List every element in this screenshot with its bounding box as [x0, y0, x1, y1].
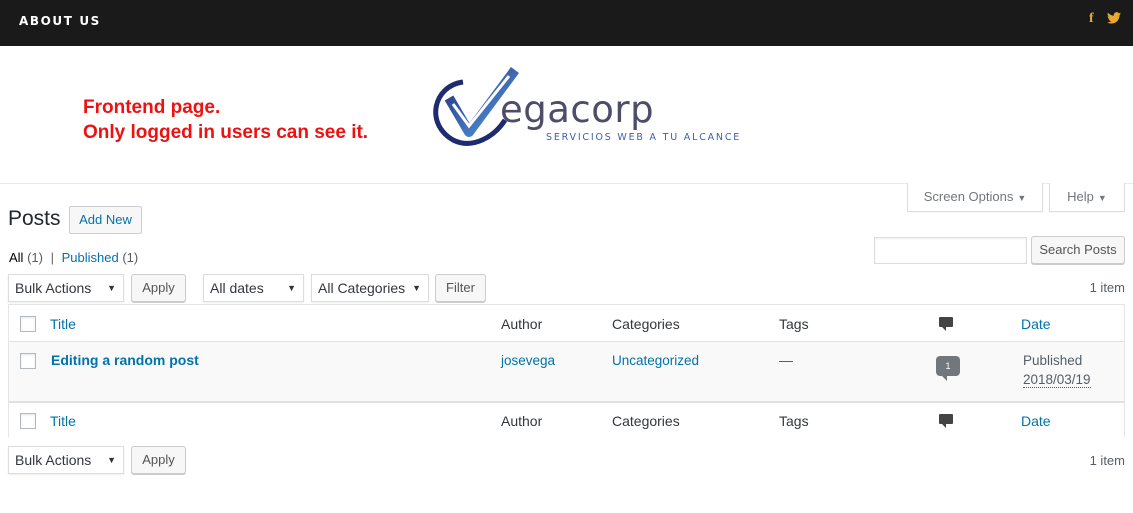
post-author-link[interactable]: josevega: [501, 353, 555, 368]
column-categories-header: Categories: [612, 316, 680, 332]
column-author-header: Author: [501, 316, 543, 332]
items-count-bottom: 1 item: [1089, 453, 1125, 468]
bulk-actions-select-top[interactable]: Bulk Actions ▼: [8, 274, 124, 302]
filter-published[interactable]: Published: [62, 250, 119, 265]
comment-icon: [939, 414, 953, 428]
post-date: Published 2018/03/19: [1023, 351, 1091, 389]
categories-selected: All Categories: [318, 280, 406, 296]
apply-button-top[interactable]: Apply: [131, 274, 186, 302]
add-new-button[interactable]: Add New: [69, 206, 142, 234]
notice-line-2: Only logged in users can see it.: [83, 122, 369, 143]
facebook-icon[interactable]: f: [1089, 11, 1094, 27]
caret-down-icon: ▼: [1017, 193, 1027, 203]
filter-all-count: (1): [27, 250, 43, 265]
comment-icon: [939, 317, 953, 331]
post-tags: —: [779, 352, 793, 368]
select-all-checkbox-footer[interactable]: [20, 413, 36, 429]
table-row: Editing a random post josevega Uncategor…: [9, 341, 1124, 402]
bulk-actions-selected: Bulk Actions: [15, 452, 92, 468]
logo-tagline: SERVICIOS WEB A TU ALCANCE: [546, 132, 742, 143]
categories-select[interactable]: All Categories ▼: [311, 274, 429, 302]
search-posts-button[interactable]: Search Posts: [1031, 236, 1125, 264]
column-categories-footer: Categories: [612, 413, 680, 429]
search-input[interactable]: [874, 237, 1027, 264]
bulk-actions-selected: Bulk Actions: [15, 280, 92, 296]
apply-button-bottom[interactable]: Apply: [131, 446, 186, 474]
nav-about-us[interactable]: ABOUT US: [19, 14, 101, 28]
row-checkbox[interactable]: [20, 353, 36, 369]
filter-separator: |: [50, 250, 54, 265]
bulk-actions-select-bottom[interactable]: Bulk Actions ▼: [8, 446, 124, 474]
table-footer: Title Author Categories Tags Date: [9, 402, 1124, 439]
twitter-icon[interactable]: [1107, 12, 1121, 27]
caret-down-icon: ▼: [1097, 193, 1107, 203]
table-header: Title Author Categories Tags Date: [9, 305, 1124, 342]
post-date-value: 2018/03/19: [1023, 372, 1091, 388]
post-status-filters: All (1) | Published (1): [9, 250, 138, 265]
caret-down-icon: ▼: [412, 283, 421, 293]
column-date-footer[interactable]: Date: [1021, 413, 1051, 429]
page-title: Posts: [8, 207, 61, 230]
comment-count-bubble[interactable]: 1: [936, 356, 960, 381]
filter-button[interactable]: Filter: [435, 274, 486, 302]
post-category-link[interactable]: Uncategorized: [612, 353, 699, 368]
column-title-header[interactable]: Title: [50, 316, 76, 332]
filter-published-count: (1): [122, 250, 139, 265]
column-tags-header: Tags: [779, 316, 809, 332]
screen-options-label: Screen Options: [923, 189, 1014, 204]
column-tags-footer: Tags: [779, 413, 809, 429]
help-button[interactable]: Help ▼: [1049, 183, 1125, 212]
logo-wordmark: egacorp: [500, 88, 655, 131]
screen-options-button[interactable]: Screen Options ▼: [907, 183, 1043, 212]
site-topbar: ABOUT US f: [0, 0, 1133, 46]
post-title-link[interactable]: Editing a random post: [51, 352, 199, 368]
caret-down-icon: ▼: [107, 283, 116, 293]
site-header: Frontend page. Only logged in users can …: [0, 46, 1133, 184]
dates-selected: All dates: [210, 280, 264, 296]
posts-table: Title Author Categories Tags Date Editin…: [8, 304, 1125, 439]
column-date-header[interactable]: Date: [1021, 316, 1051, 332]
help-label: Help: [1067, 189, 1094, 204]
column-author-footer: Author: [501, 413, 543, 429]
items-count-top: 1 item: [1089, 280, 1125, 295]
select-all-checkbox[interactable]: [20, 316, 36, 332]
filter-all[interactable]: All: [9, 250, 23, 265]
caret-down-icon: ▼: [107, 455, 116, 465]
dates-select[interactable]: All dates ▼: [203, 274, 304, 302]
column-title-footer[interactable]: Title: [50, 413, 76, 429]
post-status: Published: [1023, 353, 1083, 368]
frontend-notice: Frontend page. Only logged in users can …: [83, 95, 368, 145]
notice-line-1: Frontend page.: [83, 97, 221, 118]
caret-down-icon: ▼: [287, 283, 296, 293]
